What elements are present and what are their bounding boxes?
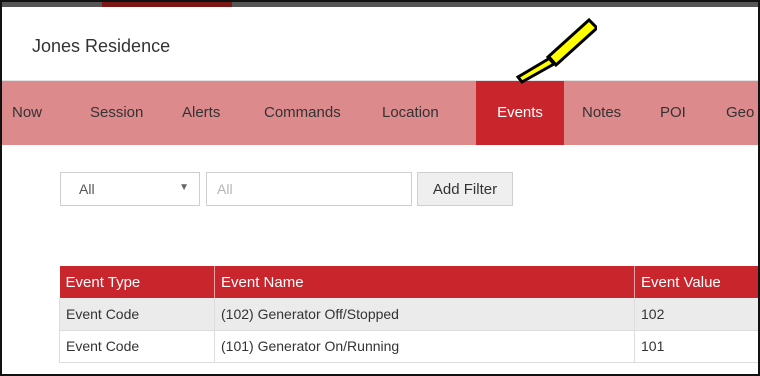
cell-event-name: (102) Generator Off/Stopped [214,298,635,331]
tab-location[interactable]: Location [382,81,439,145]
window-top-strip [2,2,758,7]
pointer-arrow-icon [515,17,597,84]
column-header-event-type[interactable]: Event Type [59,266,215,298]
events-table: Event Type Event Name Event Value Event … [59,266,758,363]
app-window: Jones Residence Now Session Alerts Comma… [0,0,760,376]
column-header-event-value[interactable]: Event Value [634,266,758,298]
chevron-down-icon: ▼ [179,182,189,193]
tab-now[interactable]: Now [12,81,42,145]
page-title: Jones Residence [32,36,171,56]
filter-value-input[interactable] [206,172,412,206]
cell-event-name: (101) Generator On/Running [214,330,635,363]
cell-event-type: Event Code [59,298,215,331]
table-header-row: Event Type Event Name Event Value [59,266,758,298]
event-type-select-value: All [79,181,95,197]
event-type-select[interactable]: All ▼ [60,172,200,206]
add-filter-button[interactable]: Add Filter [417,172,513,206]
cell-event-type: Event Code [59,330,215,363]
table-row[interactable]: Event Code (101) Generator On/Running 10… [59,330,758,363]
tab-commands[interactable]: Commands [264,81,341,145]
cell-event-value: 101 [634,330,758,363]
column-header-event-name[interactable]: Event Name [214,266,635,298]
table-row[interactable]: Event Code (102) Generator Off/Stopped 1… [59,298,758,331]
tab-poi[interactable]: POI [660,81,686,145]
tab-session[interactable]: Session [90,81,143,145]
tab-alerts[interactable]: Alerts [182,81,220,145]
nav-bar: Now Session Alerts Commands Location Eve… [2,81,758,145]
tab-geo[interactable]: Geo [726,81,754,145]
cell-event-value: 102 [634,298,758,331]
